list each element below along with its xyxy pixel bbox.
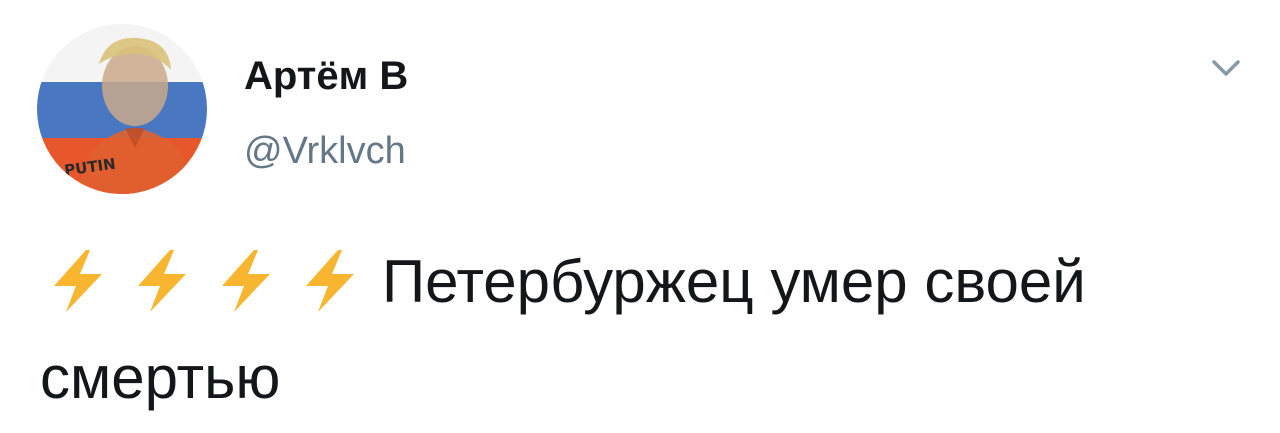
avatar[interactable]: PUTIN xyxy=(37,24,207,194)
high-voltage-icon xyxy=(292,246,372,316)
high-voltage-icon xyxy=(124,246,204,316)
author-handle[interactable]: @Vrklvch xyxy=(244,128,406,174)
chevron-down-icon[interactable] xyxy=(1206,54,1246,82)
high-voltage-icon xyxy=(208,246,288,316)
tweet-card: PUTIN Артём В @Vrklvch Петербуржец умер … xyxy=(0,0,1280,433)
tweet-text: Петербуржец умер своей смертью xyxy=(40,238,1250,422)
high-voltage-icon xyxy=(40,246,120,316)
avatar-image: PUTIN xyxy=(37,24,207,194)
emoji-group xyxy=(40,246,376,334)
author-display-name[interactable]: Артём В xyxy=(244,52,408,100)
